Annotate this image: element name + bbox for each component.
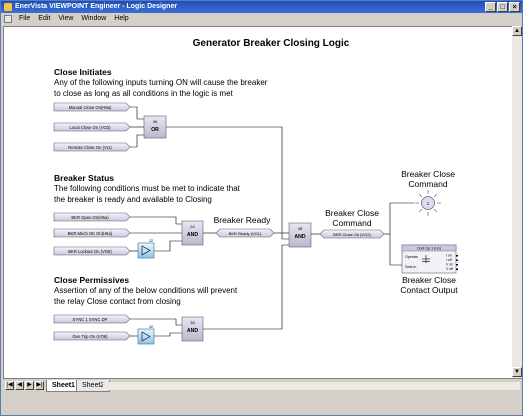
menu-bar: File Edit View Window Help	[1, 13, 522, 25]
contact-header: Cont Op 1 (H1)	[417, 247, 441, 251]
input-local-close[interactable]: Local Close On (VO2)	[53, 122, 131, 132]
gate-type: OR	[151, 127, 159, 133]
logic-diagram: Generator Breaker Closing Logic Close In…	[53, 38, 458, 345]
horizontal-scrollbar[interactable]	[103, 382, 520, 390]
contact-state-v-off: V off	[446, 267, 453, 271]
gate-number: 24	[190, 224, 195, 229]
contact-state-v-on: V on	[446, 263, 453, 267]
prev-sheet-button[interactable]: ◀	[15, 381, 24, 390]
contact-state-i-on: I on	[446, 254, 452, 258]
menu-file[interactable]: File	[15, 13, 34, 25]
status-bar	[1, 393, 522, 415]
close-initiates-desc-1: Any of the following inputs turning ON w…	[54, 78, 268, 87]
lamp-title-2: Command	[408, 179, 447, 189]
and-gate-close[interactable]: 38 AND	[288, 222, 312, 248]
title-bar: EnerVista VIEWPOINT Engineer - Logic Des…	[1, 1, 522, 13]
close-initiates-desc-2: to close as long as all conditions in th…	[54, 89, 234, 98]
gate-type: AND	[187, 232, 198, 238]
document-icon[interactable]	[4, 15, 12, 23]
gate-number: 35	[190, 320, 195, 325]
contact-output-block[interactable]: Cont Op 1 (H1) Operate Seal-In I on I of…	[401, 244, 458, 274]
input-label: Gen Trip On (VO6)	[72, 334, 108, 339]
and-gate-status[interactable]: 24 AND	[181, 220, 204, 246]
minimize-button[interactable]: _	[485, 2, 496, 12]
signal-bkr-close[interactable]: BKR Close Ok (VO2)	[319, 229, 385, 239]
signal-label: BKR Ready (VO1)	[229, 231, 262, 236]
contact-operate: Operate	[405, 255, 418, 259]
not-gate-number: 22	[149, 239, 153, 243]
application-window: EnerVista VIEWPOINT Engineer - Logic Des…	[0, 0, 523, 416]
input-label: SYNC 1 SYNC DP	[73, 317, 108, 322]
input-label: BKR Open On(H5a)	[71, 215, 109, 220]
menu-view[interactable]: View	[54, 13, 77, 25]
gate-number: 36	[153, 119, 158, 124]
window-title: EnerVista VIEWPOINT Engineer - Logic Des…	[15, 3, 178, 10]
contact-title-1: Breaker Close	[402, 275, 456, 285]
lamp-title-1: Breaker Close	[401, 169, 455, 179]
bkr-close-command-label: Breaker Close	[325, 208, 379, 218]
first-sheet-button[interactable]: |◀	[5, 381, 14, 390]
input-label: Local Close On (VO2)	[70, 125, 112, 130]
bkr-close-command-label-2: Command	[332, 218, 371, 228]
not-gate-lockout[interactable]: 22	[137, 239, 155, 259]
input-label: BKR Lockout On (VO5)	[68, 249, 112, 254]
signal-bkr-ready[interactable]: BKR Ready (VO1)	[215, 228, 275, 238]
logic-canvas[interactable]: Generator Breaker Closing Logic Close In…	[3, 26, 513, 379]
last-sheet-button[interactable]: ▶|	[35, 381, 44, 390]
not-gate-number: 32	[149, 325, 153, 329]
close-permissives-desc-1: Assertion of any of the below conditions…	[54, 286, 238, 295]
input-label: Manual Close On(H5a)	[69, 105, 112, 110]
close-initiates-heading: Close Initiates	[54, 67, 112, 77]
gate-type: AND	[187, 328, 198, 334]
breaker-status-desc-2: the breaker is ready and available to Cl…	[54, 195, 212, 204]
input-bkr-lockout[interactable]: BKR Lockout On (VO5)	[53, 246, 131, 256]
gate-number: 38	[298, 226, 303, 231]
input-remote-close[interactable]: Remote Close On (VI1)	[53, 142, 131, 152]
gate-type: AND	[294, 234, 305, 240]
maximize-button[interactable]: □	[497, 2, 508, 12]
and-gate-permissives[interactable]: 35 AND	[181, 316, 204, 342]
input-manual-close[interactable]: Manual Close On(H5a)	[53, 102, 131, 112]
input-bkr-mech-ok[interactable]: BKR Mech OK On(H6a)	[53, 228, 131, 238]
diagram-title: Generator Breaker Closing Logic	[193, 38, 350, 49]
close-button[interactable]: ×	[509, 2, 520, 12]
vertical-scrollbar[interactable]: ▲ ▼	[512, 26, 522, 378]
next-sheet-button[interactable]: ▶	[25, 381, 34, 390]
lamp-indicator[interactable]: 1	[415, 190, 441, 216]
input-gen-trip[interactable]: Gen Trip On (VO6)	[53, 331, 131, 341]
sheet-tab-bar: |◀ ◀ ▶ ▶| Sheet1 Sheet2	[3, 378, 522, 393]
or-gate[interactable]: 36 OR	[143, 115, 167, 139]
breaker-status-desc-1: The following conditions must be met to …	[54, 184, 241, 193]
input-label: BKR Mech OK On(H6a)	[68, 231, 113, 236]
breaker-status-heading: Breaker Status	[54, 173, 114, 183]
input-sync1-dpo[interactable]: SYNC 1 SYNC DP	[53, 314, 131, 324]
input-bkr-open[interactable]: BKR Open On(H5a)	[53, 212, 131, 222]
scroll-up-button[interactable]: ▲	[512, 26, 522, 36]
contact-title-2: Contact Output	[400, 285, 458, 295]
menu-help[interactable]: Help	[110, 13, 132, 25]
contact-seal-in: Seal-In	[405, 265, 416, 269]
menu-edit[interactable]: Edit	[34, 13, 54, 25]
close-permissives-desc-2: the relay Close contact from closing	[54, 297, 181, 306]
breaker-ready-label: Breaker Ready	[214, 215, 271, 225]
signal-label: BKR Close Ok (VO2)	[333, 232, 371, 237]
scroll-down-button[interactable]: ▼	[512, 367, 522, 377]
contact-state-i-off: I off	[446, 258, 452, 262]
not-gate-gen-trip[interactable]: 32	[137, 325, 155, 345]
app-icon	[4, 3, 12, 11]
input-label: Remote Close On (VI1)	[68, 145, 112, 150]
menu-window[interactable]: Window	[77, 13, 110, 25]
close-permissives-heading: Close Permissives	[54, 275, 129, 285]
